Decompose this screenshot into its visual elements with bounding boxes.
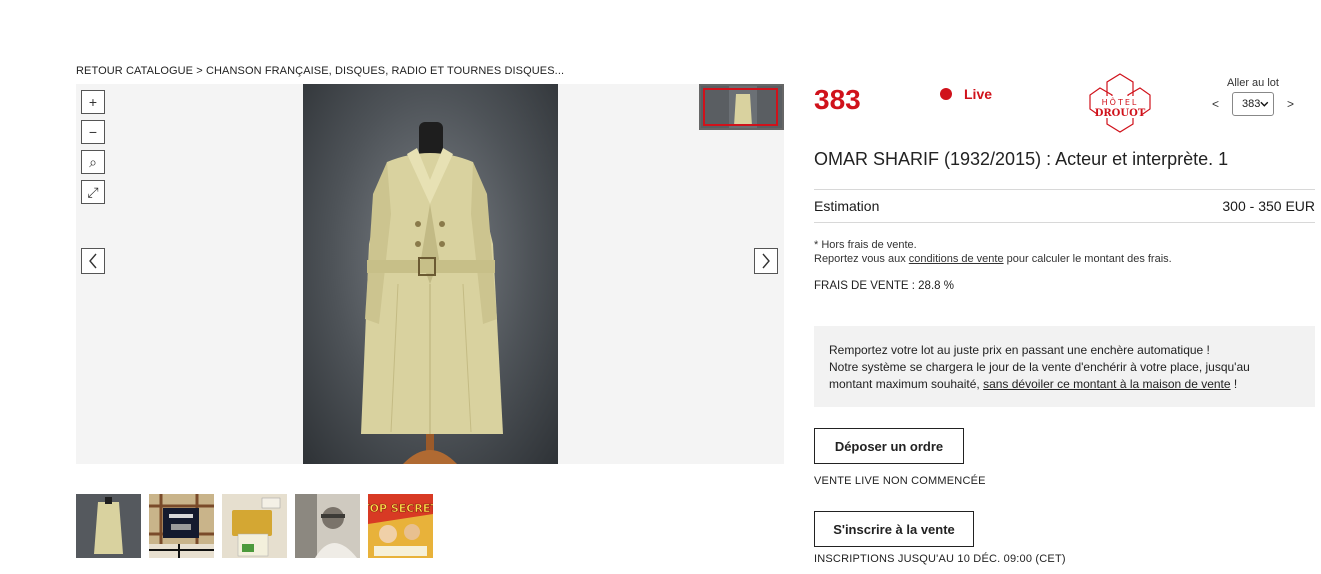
sale-status: VENTE LIVE NON COMMENCÉE — [814, 475, 986, 487]
thumbnail-poster[interactable]: TOP SECRET — [368, 494, 433, 558]
promo-line2: Notre système se chargera le jour de la … — [829, 360, 1250, 374]
minimap-viewport — [703, 88, 778, 126]
zoom-reset-button[interactable]: ⌕ — [81, 150, 105, 174]
goto-prev-button[interactable]: < — [1212, 97, 1219, 111]
promo-line1: Remportez votre lot au juste prix en pas… — [829, 343, 1210, 357]
goto-next-button[interactable]: > — [1287, 97, 1294, 111]
logo-line2: DROUOT — [1095, 108, 1146, 119]
conditions-de-vente-link[interactable]: conditions de vente — [909, 253, 1004, 265]
breadcrumb[interactable]: RETOUR CATALOGUE > CHANSON FRANÇAISE, DI… — [76, 65, 564, 77]
navigator-minimap[interactable] — [699, 84, 784, 130]
chevron-left-icon — [89, 253, 97, 269]
auto-bid-promo: Remportez votre lot au juste prix en pas… — [814, 326, 1315, 407]
fees-note-prefix: Reportez vous aux — [814, 253, 909, 265]
thumbnail-strip: TOP SECRET — [76, 494, 433, 558]
inscrire-vente-button[interactable]: S'inscrire à la vente — [814, 511, 974, 547]
trench-coat-image — [361, 122, 503, 464]
promo-line3-prefix: montant maximum souhaité, — [829, 377, 984, 391]
thumbnail-coat[interactable] — [76, 494, 141, 558]
estimation-row: Estimation 300 - 350 EUR — [814, 189, 1315, 223]
previous-image-button[interactable] — [81, 248, 105, 274]
thumbnail-label[interactable] — [149, 494, 214, 558]
lot-title: OMAR SHARIF (1932/2015) : Acteur et inte… — [814, 149, 1229, 169]
fees-note-line1: * Hors frais de vente. — [814, 239, 917, 251]
main-photo[interactable] — [303, 84, 558, 464]
logo-line1: HÔTEL — [1102, 96, 1139, 107]
goto-lot: Aller au lot < 383 > — [1212, 77, 1294, 116]
live-indicator: Live — [940, 86, 992, 102]
lot-select-value: 383 — [1242, 98, 1261, 110]
promo-line3-suffix: ! — [1230, 377, 1238, 391]
poster-title: TOP SECRET — [368, 502, 433, 515]
live-label: Live — [964, 86, 993, 102]
lot-select[interactable]: 383 — [1232, 92, 1274, 116]
deposer-ordre-button[interactable]: Déposer un ordre — [814, 428, 964, 464]
next-image-button[interactable] — [754, 248, 778, 274]
lot-number: 383 — [814, 84, 861, 115]
thumbnail-card[interactable] — [222, 494, 287, 558]
chevron-down-icon — [1260, 101, 1269, 107]
hotel-drouot-logo[interactable]: HÔTEL DROUOT — [1088, 72, 1152, 134]
promo-link[interactable]: sans dévoiler ce montant à la maison de … — [983, 377, 1230, 391]
estimation-label: Estimation — [814, 198, 880, 214]
zoom-in-button[interactable]: + — [81, 90, 105, 114]
inscriptions-deadline: INSCRIPTIONS JUSQU'AU 10 DÉC. 09:00 (CET… — [814, 553, 1066, 565]
fees-note-suffix: pour calculer le montant des frais. — [1003, 253, 1172, 265]
estimation-value: 300 - 350 EUR — [1222, 198, 1315, 214]
zoom-out-button[interactable]: − — [81, 120, 105, 144]
thumbnail-portrait[interactable] — [295, 494, 360, 558]
image-viewer[interactable]: + − ⌕ ⤢ — [76, 84, 784, 464]
fullscreen-button[interactable]: ⤢ — [81, 180, 105, 204]
live-dot-icon — [940, 88, 952, 100]
fees-note: * Hors frais de vente. Reportez vous aux… — [814, 238, 1172, 266]
goto-lot-label: Aller au lot — [1227, 77, 1279, 89]
frais-de-vente: FRAIS DE VENTE : 28.8 % — [814, 280, 954, 292]
chevron-right-icon — [762, 253, 770, 269]
